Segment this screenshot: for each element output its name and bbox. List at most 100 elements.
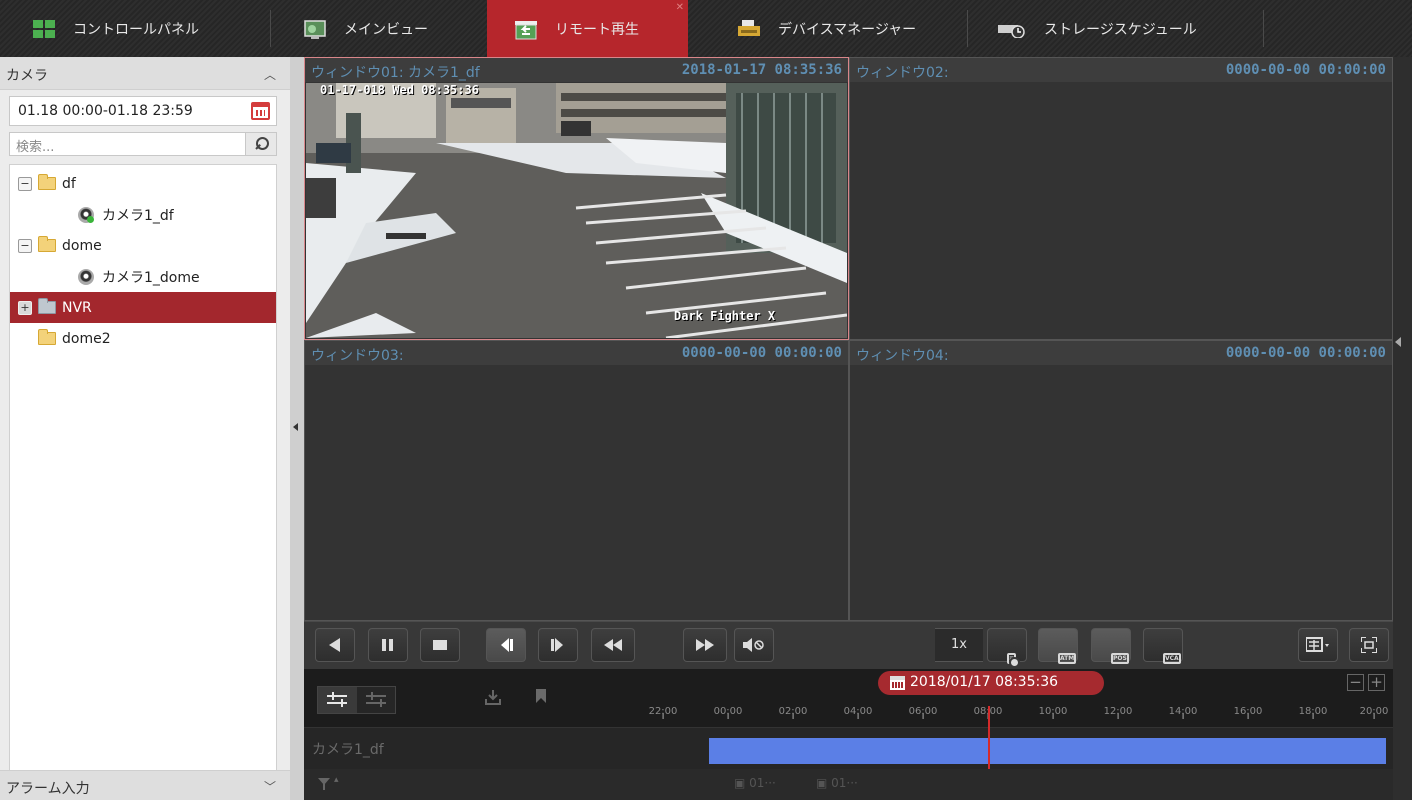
timeline-footer: ▴ ▣ 01··· ▣ 01··· [304,769,1393,800]
zoom-out-button[interactable]: − [1347,674,1364,691]
parking-lot-scene [306,83,847,338]
video-window-02[interactable]: ウィンドウ02: 0000-00-00 00:00:00 [849,57,1393,340]
osd-camera-label: Dark Fighter X [674,309,776,323]
async-mode-icon[interactable] [357,687,396,713]
video-window-04[interactable]: ウィンドウ04: 0000-00-00 00:00:00 [849,340,1393,621]
search-input[interactable]: 検索... [9,132,277,156]
collapse-icon[interactable]: − [18,176,32,191]
window-title: ウィンドウ03: [311,348,404,364]
right-panel-handle[interactable] [1393,57,1412,800]
tree-item-label: カメラ1_dome [102,269,200,286]
panel-splitter[interactable] [290,57,304,800]
bookmark-icon[interactable] [536,689,546,703]
timeline-tick: 00:00 [713,706,743,719]
stop-button[interactable] [420,628,460,662]
chevron-up-icon[interactable]: ︿ [264,66,276,83]
file-tag[interactable]: ▣ 01··· [734,776,776,790]
playback-speed: 1x [935,628,983,662]
event-list-icon: ≡ [1007,653,1021,668]
stop-icon [433,640,447,650]
recording-segment[interactable] [709,738,1386,764]
window-title-bar: ウィンドウ01: カメラ1_df 2018-01-17 08:35:36 [305,58,848,82]
reverse-play-icon [329,638,340,652]
expand-right-icon[interactable] [1395,337,1401,347]
zoom-in-button[interactable]: + [1368,674,1385,691]
collapse-icon[interactable]: − [18,238,32,253]
window-title: ウィンドウ04: [856,348,949,364]
tree-item-dome2[interactable]: dome2 [10,323,276,354]
calendar-icon[interactable] [251,102,270,120]
audio-button[interactable] [734,628,774,662]
tab-label: ストレージスケジュール [1044,21,1197,38]
file-tag-label: 01··· [749,776,776,790]
tab-remote-playback[interactable]: リモート再生 ✕ [487,0,688,57]
collapse-left-icon[interactable] [293,423,298,431]
camera-section-header[interactable]: カメラ ︿ [0,57,290,90]
folder-icon [38,236,56,252]
tab-label: リモート再生 [555,21,639,38]
fullscreen-button[interactable] [1349,628,1389,662]
chevron-down-icon[interactable]: ﹀ [264,778,276,795]
date-range-field[interactable]: 01.18 00:00-01.18 23:59 [9,96,277,126]
fullscreen-icon [1361,637,1377,653]
nvr-icon [38,298,56,314]
file-tag-label: 01··· [831,776,858,790]
vca-icon: VCA [1163,653,1181,664]
video-window-01[interactable]: ウィンドウ01: カメラ1_df 2018-01-17 08:35:36 01-… [304,57,849,340]
window-time: 0000-00-00 00:00:00 [1225,345,1386,361]
tree-item-camera1-df[interactable]: カメラ1_df [10,199,276,230]
tree-item-label: NVR [62,299,92,316]
tab-device-manager[interactable]: デバイスマネージャー [688,0,968,57]
fast-forward-icon [696,639,714,651]
folder-icon [38,174,56,190]
playback-icon [515,20,537,39]
frame-forward-icon [551,638,563,652]
tree-item-camera1-dome[interactable]: カメラ1_dome [10,261,276,292]
pos-button[interactable]: POS [1091,628,1131,664]
timeline-panel: 2018/01/17 08:35:36 − + 22:00 00:00 02:0… [304,669,1393,800]
pause-icon [382,639,393,651]
pos-icon: POS [1111,653,1129,664]
remote-playback-app: コントロールパネル メインビュー リモート再生 ✕ デバイスマネージャー ストレ… [0,0,1412,800]
tree-item-label: dome2 [62,330,111,347]
search-icon[interactable] [245,133,276,155]
event-list-button[interactable]: ≡ [987,628,1027,668]
atm-button[interactable]: ATM [1038,628,1078,664]
close-icon[interactable]: ✕ [676,2,684,13]
timeline-tick: 22:00 [648,706,678,719]
sync-mode-icon[interactable] [318,687,357,713]
tree-item-dome[interactable]: − dome [10,230,276,261]
video-frame[interactable]: 01-17-018 Wed 08:35:36 Dark Fighter X [306,83,847,338]
reverse-play-button[interactable] [315,628,355,662]
window-layout-button[interactable] [1298,628,1338,662]
camera-tree: − df カメラ1_df − dome カメラ1_dome + NVR dome… [9,164,277,792]
filter-icon[interactable] [318,778,330,790]
window-title-bar: ウィンドウ04: 0000-00-00 00:00:00 [850,341,1392,365]
slow-down-button[interactable] [591,628,635,662]
camera-section-title: カメラ [6,68,48,84]
speed-up-button[interactable] [683,628,727,662]
playhead[interactable] [988,706,990,769]
tab-storage-schedule[interactable]: ストレージスケジュール [968,0,1264,57]
alarm-input-header[interactable]: アラーム入力 ﹀ [0,770,290,800]
tree-item-df[interactable]: − df [10,168,276,199]
expand-icon[interactable]: + [18,300,32,315]
frame-back-button[interactable] [486,628,526,662]
timeline-header: 2018/01/17 08:35:36 − + 22:00 00:00 02:0… [304,669,1393,727]
tree-item-nvr[interactable]: + NVR [10,292,276,323]
tab-main-view[interactable]: メインビュー [271,0,487,57]
current-time-badge: 2018/01/17 08:35:36 [878,671,1104,695]
tab-label: メインビュー [344,21,428,38]
sync-toggle[interactable] [317,686,396,714]
vca-button[interactable]: VCA [1143,628,1183,664]
tab-label: コントロールパネル [73,21,199,38]
timeline-track[interactable]: カメラ1_df [304,727,1393,769]
file-tag[interactable]: ▣ 01··· [816,776,858,790]
tab-control-panel[interactable]: コントロールパネル [0,0,271,57]
download-icon[interactable] [485,689,501,705]
filter-dropdown-icon[interactable]: ▴ [334,775,339,785]
video-window-03[interactable]: ウィンドウ03: 0000-00-00 00:00:00 [304,340,849,621]
frame-forward-button[interactable] [538,628,578,662]
tab-label: デバイスマネージャー [778,21,917,38]
pause-button[interactable] [368,628,408,662]
